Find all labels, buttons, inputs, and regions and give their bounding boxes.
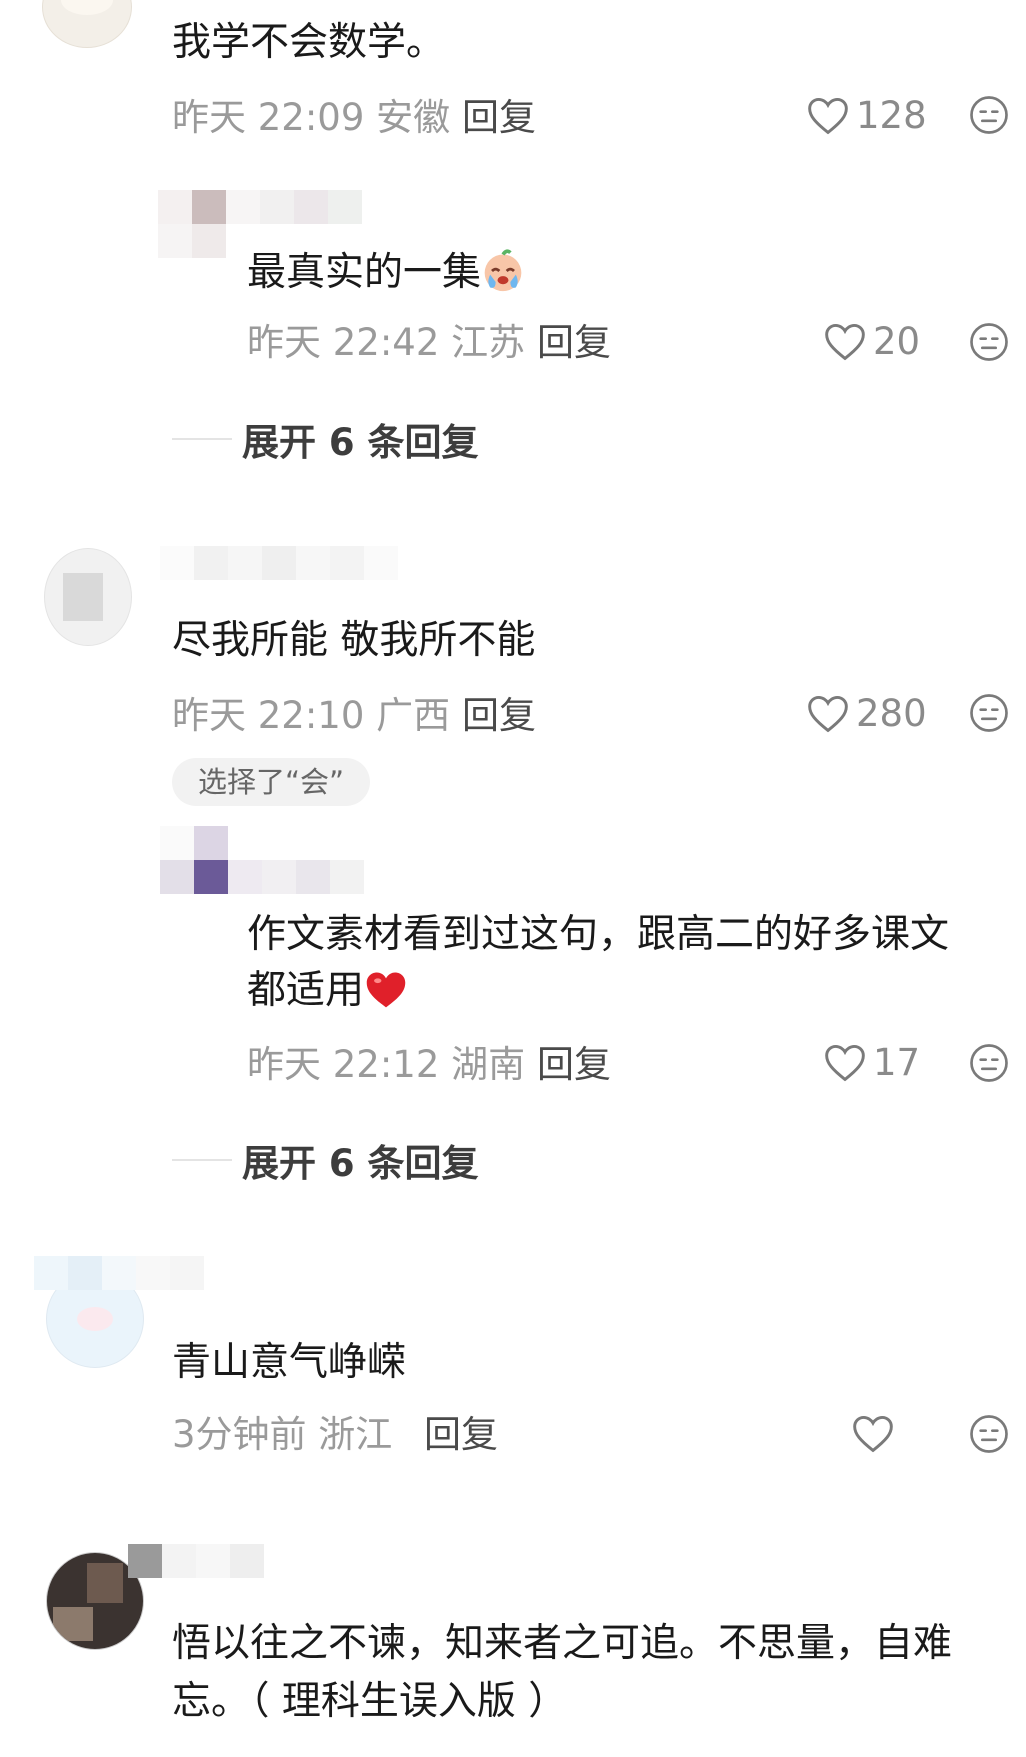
reply-time-location: 昨天 22:12 湖南	[247, 1043, 526, 1086]
comment-text-line1: 悟以往之不谏，知来者之可追。不思量，自难	[172, 1621, 953, 1666]
expand-replies-label: 展开 6 条回复	[242, 421, 479, 464]
reply-text-line2: 都适用	[247, 962, 408, 1020]
reply-button[interactable]: 回复	[462, 93, 536, 143]
comment-text-line2: 忘。（ 理科生误入版 ）	[172, 1679, 568, 1724]
comment-text: 青山意气峥嵘	[172, 1340, 407, 1385]
like-count: 17	[873, 1040, 921, 1084]
reply-time-location: 昨天 22:42 江苏	[247, 321, 526, 364]
meh-face-icon[interactable]	[969, 1043, 1009, 1083]
avatar[interactable]	[160, 860, 364, 894]
heart-outline-icon	[853, 1415, 893, 1453]
expand-replies-button[interactable]: 展开 6 条回复	[172, 1135, 479, 1185]
reply-text: 最真实的一集	[247, 244, 525, 302]
like-button[interactable]: 128	[806, 90, 927, 140]
comment-time-location: 3分钟前 浙江	[172, 1413, 393, 1456]
heart-outline-icon	[825, 323, 865, 361]
like-button[interactable]: 17	[823, 1037, 920, 1087]
meh-face-icon[interactable]	[969, 322, 1009, 362]
reply-button[interactable]: 回复	[424, 1410, 498, 1460]
avatar[interactable]	[42, 0, 132, 48]
like-button[interactable]	[851, 1408, 901, 1458]
like-count: 128	[856, 93, 927, 137]
avatar[interactable]	[158, 190, 362, 224]
expand-replies-label: 展开 6 条回复	[242, 1142, 479, 1185]
avatar[interactable]	[44, 548, 132, 646]
like-button[interactable]: 280	[806, 688, 927, 738]
meh-face-icon[interactable]	[969, 95, 1009, 135]
expand-replies-button[interactable]: 展开 6 条回复	[172, 414, 479, 464]
reply-text-line1: 作文素材看到过这句，跟高二的好多课文	[247, 912, 950, 957]
like-button[interactable]: 20	[823, 316, 920, 366]
crying-face-emoji	[484, 249, 522, 292]
meh-face-icon[interactable]	[969, 693, 1009, 733]
comment-text: 我学不会数学。	[172, 20, 446, 65]
heart-outline-icon	[808, 695, 848, 733]
reply-button[interactable]: 回复	[537, 1040, 611, 1090]
red-heart-emoji	[366, 972, 406, 1008]
heart-outline-icon	[825, 1044, 865, 1082]
vote-choice-tag: 选择了“会”	[172, 758, 371, 806]
heart-outline-icon	[808, 97, 848, 135]
like-count: 20	[873, 319, 921, 363]
comment-time-location: 昨天 22:09 安徽	[172, 96, 451, 139]
comment-text: 尽我所能 敬我所不能	[172, 618, 536, 663]
reply-button[interactable]: 回复	[462, 691, 536, 741]
reply-button[interactable]: 回复	[537, 318, 611, 368]
comment-time-location: 昨天 22:10 广西	[172, 694, 451, 737]
meh-face-icon[interactable]	[969, 1414, 1009, 1454]
like-count: 280	[856, 691, 927, 735]
